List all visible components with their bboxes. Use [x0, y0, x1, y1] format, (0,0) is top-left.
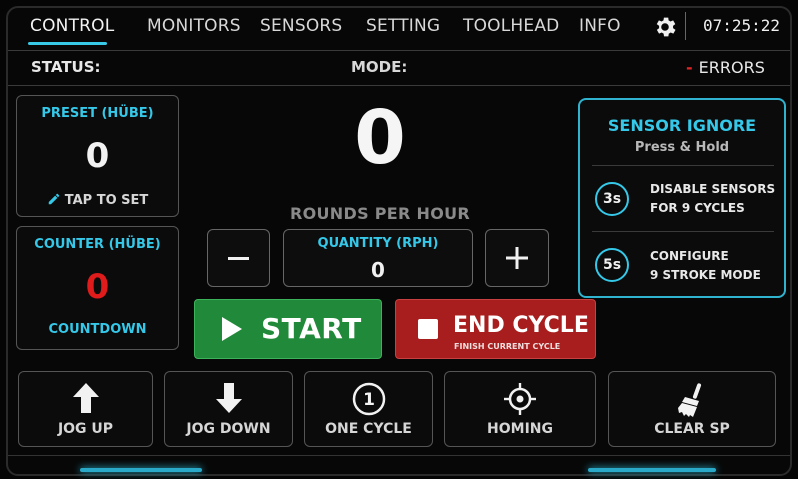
tab-sensors[interactable]: SENSORS — [260, 16, 342, 36]
homing-label: HOMING — [487, 421, 553, 437]
hold-3s-badge: 3s — [595, 182, 629, 216]
jog-down-label: JOG DOWN — [186, 421, 271, 437]
errors-dash: - — [686, 58, 693, 77]
configure-line2: 9 STROKE MODE — [650, 268, 761, 282]
one-circle-text: 1 — [363, 390, 375, 410]
tab-toolhead[interactable]: TOOLHEAD — [463, 16, 559, 36]
tap-to-set[interactable]: TAP TO SET — [17, 192, 178, 208]
sensor-divider — [592, 165, 774, 166]
homing-button[interactable]: HOMING — [444, 371, 596, 447]
hold-5s-badge: 5s — [595, 248, 629, 282]
configure-stroke-row[interactable]: 5s CONFIGURE 9 STROKE MODE — [580, 234, 784, 296]
errors-indicator[interactable]: - ERRORS — [686, 58, 765, 77]
jog-up-label: JOG UP — [57, 421, 114, 437]
end-cycle-button[interactable]: END CYCLE FINISH CURRENT CYCLE — [395, 299, 596, 359]
status-label: STATUS: — [31, 58, 101, 76]
status-bar: STATUS: MODE: - ERRORS — [8, 50, 790, 86]
disable-sensors-line1: DISABLE SENSORS — [650, 182, 776, 196]
tap-to-set-label: TAP TO SET — [64, 193, 149, 208]
jog-up-button[interactable]: JOG UP — [18, 371, 153, 447]
quantity-title: QUANTITY (RPH) — [317, 236, 439, 251]
sensor-divider — [592, 231, 774, 232]
one-circle-icon: 1 — [352, 382, 385, 416]
preset-panel[interactable]: PRESET (HÜBE) 0 TAP TO SET — [16, 95, 179, 217]
arrow-up-icon — [72, 383, 99, 413]
jog-down-button[interactable]: JOG DOWN — [164, 371, 293, 447]
counter-value: 0 — [85, 267, 110, 307]
left-page-indicator — [80, 468, 202, 472]
preset-value: 0 — [85, 136, 110, 176]
tab-setting[interactable]: SETTING — [366, 16, 440, 36]
disable-sensors-line2: FOR 9 CYCLES — [650, 201, 745, 215]
disable-sensors-row[interactable]: 3s DISABLE SENSORS FOR 9 CYCLES — [580, 168, 784, 230]
tab-monitors[interactable]: MONITORS — [147, 16, 241, 36]
counter-panel: COUNTER (HÜBE) 0 COUNTDOWN — [16, 226, 179, 350]
tab-info[interactable]: INFO — [579, 16, 621, 36]
preset-title: PRESET (HÜBE) — [41, 106, 154, 121]
tab-control[interactable]: CONTROL — [30, 16, 114, 36]
rounds-per-hour-value: 0 — [354, 95, 406, 181]
arrow-down-icon — [215, 383, 242, 413]
quantity-display[interactable]: QUANTITY (RPH) 0 — [283, 229, 473, 287]
broom-icon — [678, 383, 702, 417]
rounds-per-hour-label: ROUNDS PER HOUR — [289, 204, 471, 223]
pencil-icon — [48, 193, 59, 205]
bottom-divider — [8, 455, 790, 456]
sensor-ignore-title: SENSOR IGNORE — [607, 116, 757, 135]
clear-sp-button[interactable]: CLEAR SP — [608, 371, 776, 447]
plus-icon — [506, 247, 528, 269]
sensor-ignore-subtitle: Press & Hold — [634, 140, 730, 155]
one-cycle-label: ONE CYCLE — [325, 421, 412, 437]
counter-title: COUNTER (HÜBE) — [34, 237, 161, 252]
quantity-value: 0 — [371, 258, 385, 282]
start-label: START — [261, 312, 362, 345]
gear-icon[interactable] — [652, 14, 678, 40]
clock: 07:25:22 — [703, 16, 781, 35]
active-tab-indicator — [28, 42, 107, 45]
right-page-indicator — [588, 468, 716, 472]
errors-label: ERRORS — [698, 58, 765, 77]
clear-sp-label: CLEAR SP — [654, 421, 730, 437]
stop-icon — [418, 319, 438, 339]
mode-label: MODE: — [351, 58, 408, 76]
increase-quantity-button[interactable] — [485, 229, 549, 287]
counter-mode: COUNTDOWN — [48, 322, 147, 337]
start-button[interactable]: START — [194, 299, 382, 359]
decrease-quantity-button[interactable] — [207, 229, 270, 287]
end-cycle-sublabel: FINISH CURRENT CYCLE — [454, 342, 561, 351]
play-icon — [222, 317, 242, 341]
sensor-ignore-panel: SENSOR IGNORE Press & Hold 3s DISABLE SE… — [578, 98, 786, 298]
crosshair-icon — [504, 383, 536, 415]
one-cycle-button[interactable]: 1 ONE CYCLE — [304, 371, 433, 447]
header-divider — [685, 12, 686, 40]
end-cycle-label: END CYCLE — [453, 313, 589, 338]
configure-line1: CONFIGURE — [650, 249, 729, 263]
minus-icon — [228, 257, 249, 260]
